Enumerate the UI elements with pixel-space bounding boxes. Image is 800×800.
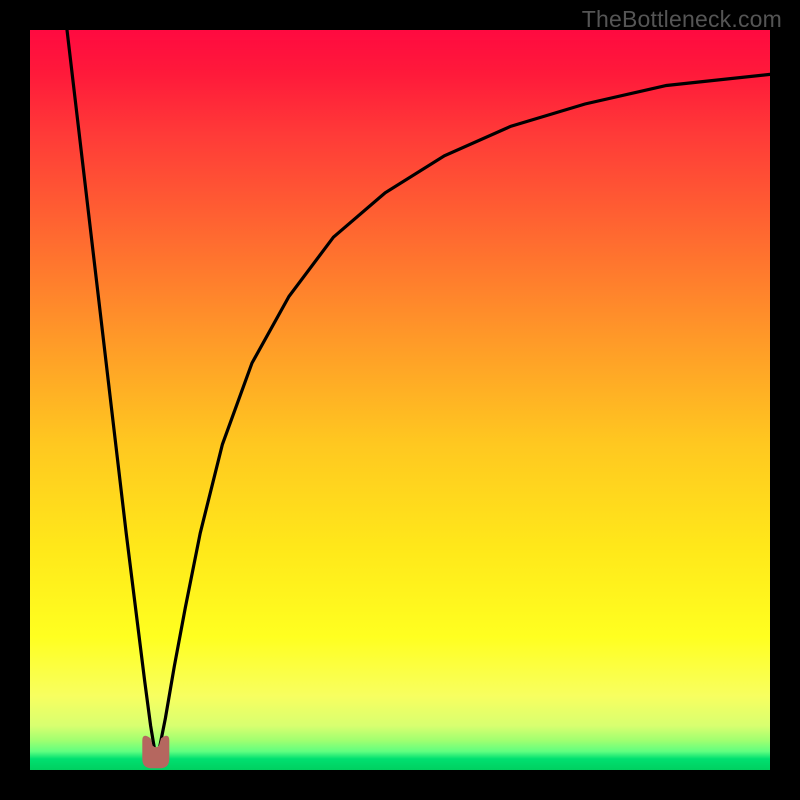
- optimal-point-marker: [143, 736, 169, 768]
- chart-frame: TheBottleneck.com: [0, 0, 800, 800]
- bottleneck-curve-right: [156, 74, 770, 762]
- watermark-text: TheBottleneck.com: [582, 6, 782, 33]
- plot-area: [30, 30, 770, 770]
- bottleneck-curve-left: [67, 30, 156, 763]
- curve-layer: [30, 30, 770, 770]
